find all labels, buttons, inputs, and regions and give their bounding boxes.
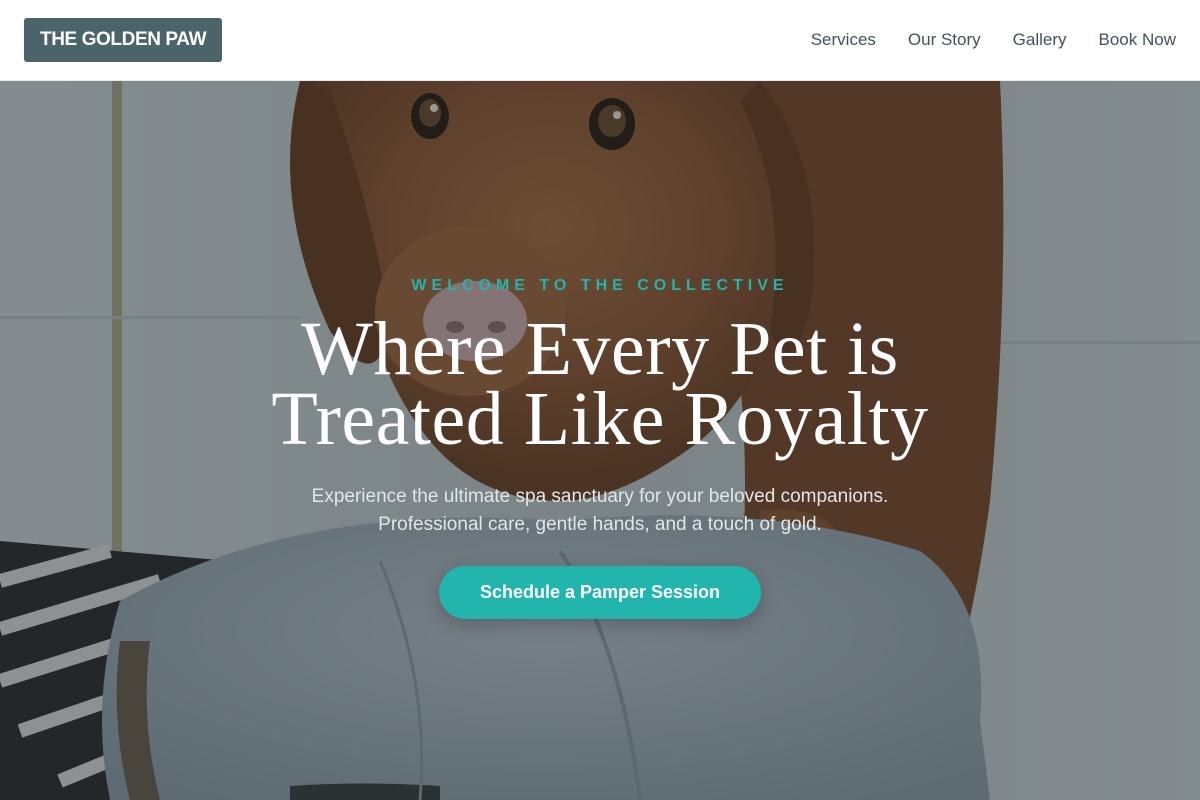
hero-section: WELCOME TO THE COLLECTIVE Where Every Pe… — [0, 81, 1200, 800]
nav-link-gallery[interactable]: Gallery — [1013, 30, 1067, 50]
nav-link-services[interactable]: Services — [811, 30, 876, 50]
hero-eyebrow: WELCOME TO THE COLLECTIVE — [411, 277, 789, 294]
site-logo[interactable]: THE GOLDEN PAW — [24, 18, 223, 62]
hero-subtext: Experience the ultimate spa sanctuary fo… — [200, 483, 1000, 539]
nav-link-book-now[interactable]: Book Now — [1099, 30, 1176, 50]
hero-content: WELCOME TO THE COLLECTIVE Where Every Pe… — [0, 81, 1200, 800]
nav-link-our-story[interactable]: Our Story — [908, 30, 981, 50]
site-header: THE GOLDEN PAW Services Our Story Galler… — [0, 0, 1200, 81]
hero-subtext-line-2: Professional care, gentle hands, and a t… — [378, 514, 822, 535]
hero-headline: Where Every Pet is Treated Like Royalty — [150, 307, 1050, 461]
schedule-session-button[interactable]: Schedule a Pamper Session — [439, 566, 761, 619]
main-nav: Services Our Story Gallery Book Now — [811, 30, 1176, 50]
hero-headline-line-2: Treated Like Royalty — [271, 377, 929, 461]
hero-subtext-line-1: Experience the ultimate spa sanctuary fo… — [311, 486, 889, 507]
hero-headline-line-1: Where Every Pet is — [301, 307, 899, 391]
